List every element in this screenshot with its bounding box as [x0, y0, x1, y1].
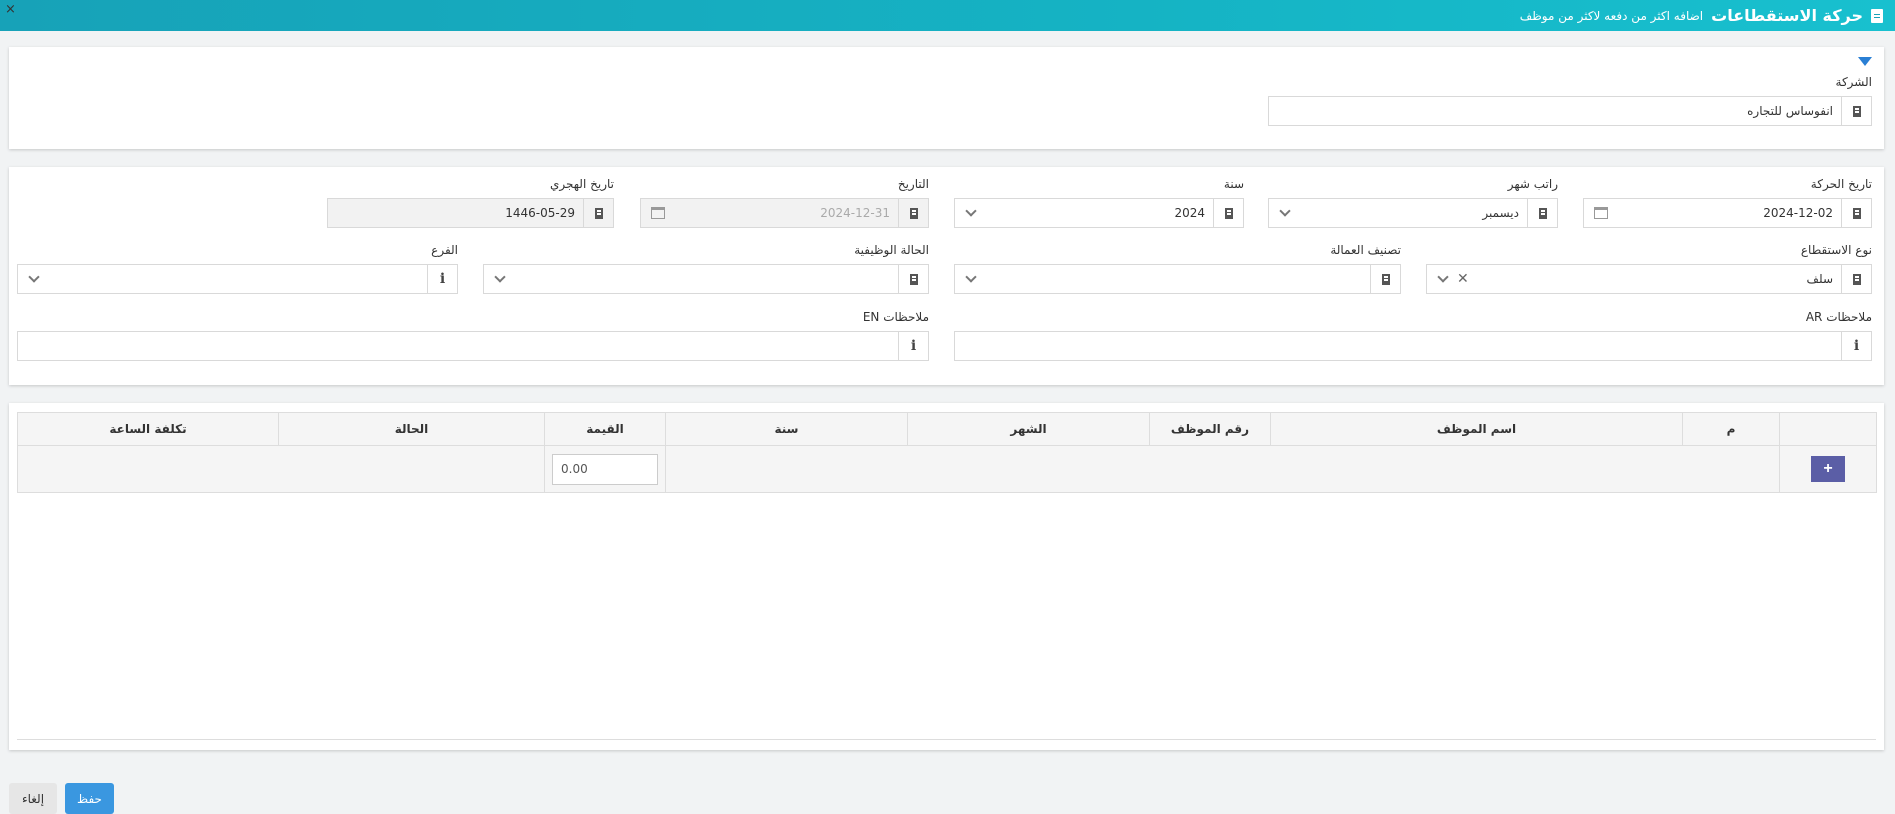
hijri-date-field: 1446-05-29 — [327, 198, 614, 228]
company-field[interactable]: انفوساس للتجاره — [1268, 96, 1872, 126]
calendar-icon[interactable] — [1594, 207, 1608, 219]
building-icon — [898, 199, 928, 227]
col-status: الحالة — [278, 412, 545, 446]
date-label: التاريخ — [897, 177, 929, 191]
building-icon — [1841, 199, 1871, 227]
info-icon: i — [1841, 332, 1871, 360]
hijri-date-value: 1446-05-29 — [505, 206, 575, 220]
col-value: القيمة — [544, 412, 666, 446]
page-title: حركة الاستقطاعات — [1711, 6, 1863, 25]
cancel-button[interactable]: إلغاء — [9, 783, 57, 814]
close-icon[interactable]: × — [5, 2, 16, 17]
salary-month-label: راتب شهر — [1507, 177, 1558, 191]
save-button[interactable]: حفظ — [65, 783, 114, 814]
page-subtitle: اضافه اكثر من دفعه لاكثر من موظف — [1519, 8, 1704, 23]
col-index: م — [1682, 412, 1780, 446]
info-icon: i — [898, 332, 928, 360]
branch-label: الفرع — [431, 243, 458, 257]
chevron-down-icon[interactable] — [1279, 205, 1291, 217]
labor-class-select[interactable] — [954, 264, 1401, 294]
table-header-row: م اسم الموظف رقم الموظف الشهر سنة القيمة… — [17, 412, 1877, 446]
movement-date-field[interactable]: 2024-12-02 — [1583, 198, 1872, 228]
col-month: الشهر — [907, 412, 1150, 446]
date-value: 2024-12-31 — [820, 206, 890, 220]
job-status-select[interactable] — [483, 264, 929, 294]
building-icon — [583, 199, 613, 227]
date-field: 2024-12-31 — [640, 198, 929, 228]
salary-month-value: ديسمبر — [1482, 206, 1519, 220]
deduction-type-select[interactable]: سلف ✕ — [1426, 264, 1872, 294]
labor-class-label: تصنيف العمالة — [1330, 243, 1401, 257]
calendar-icon — [651, 207, 665, 219]
filter-icon[interactable] — [1858, 57, 1872, 66]
col-actions — [1779, 412, 1877, 446]
year-label: سنة — [1223, 177, 1244, 191]
deductions-table: م اسم الموظف رقم الموظف الشهر سنة القيمة… — [17, 412, 1877, 493]
form-panel: تاريخ الحركة راتب شهر سنة التاريخ تاريخ … — [9, 167, 1884, 385]
deduction-type-label: نوع الاستقطاع — [1800, 243, 1872, 257]
company-value: انفوساس للتجاره — [1747, 104, 1833, 118]
branch-select[interactable]: i — [17, 264, 458, 294]
notes-ar-label: ملاحظات AR — [1805, 310, 1872, 324]
building-icon — [1527, 199, 1557, 227]
title-bar: حركة الاستقطاعات اضافه اكثر من دفعه لاكث… — [0, 0, 1895, 31]
year-select[interactable]: 2024 — [954, 198, 1244, 228]
company-label: الشركة — [1835, 75, 1872, 89]
col-year: سنة — [665, 412, 908, 446]
info-icon: i — [427, 265, 457, 293]
building-icon — [1841, 97, 1871, 125]
hijri-date-label: تاريخ الهجري — [550, 177, 614, 191]
notes-en-input[interactable]: i — [17, 331, 929, 361]
job-status-label: الحالة الوظيفية — [854, 243, 929, 257]
salary-month-select[interactable]: ديسمبر — [1268, 198, 1558, 228]
col-employee-name: اسم الموظف — [1270, 412, 1683, 446]
chevron-down-icon[interactable] — [1437, 271, 1449, 283]
building-icon — [1213, 199, 1243, 227]
col-employee-number: رقم الموظف — [1149, 412, 1271, 446]
document-icon — [1871, 8, 1883, 23]
movement-date-value: 2024-12-02 — [1763, 206, 1833, 220]
building-icon — [1370, 265, 1400, 293]
notes-ar-input[interactable]: i — [954, 331, 1872, 361]
add-row-button[interactable]: + — [1811, 456, 1845, 482]
year-value: 2024 — [1174, 206, 1205, 220]
deduction-type-value: سلف — [1806, 272, 1833, 286]
clear-icon[interactable]: ✕ — [1457, 271, 1469, 287]
chevron-down-icon[interactable] — [28, 271, 40, 283]
chevron-down-icon[interactable] — [965, 271, 977, 283]
table-panel: م اسم الموظف رقم الموظف الشهر سنة القيمة… — [9, 403, 1884, 750]
chevron-down-icon[interactable] — [494, 271, 506, 283]
value-input[interactable] — [552, 453, 658, 485]
notes-en-label: ملاحظات EN — [862, 310, 929, 324]
table-footer-divider — [17, 739, 1876, 740]
chevron-down-icon[interactable] — [965, 205, 977, 217]
table-row: + — [17, 445, 1877, 493]
col-hour-cost: تكلفة الساعة — [17, 412, 279, 446]
building-icon — [1841, 265, 1871, 293]
building-icon — [898, 265, 928, 293]
filter-panel: الشركة انفوساس للتجاره — [9, 47, 1884, 149]
movement-date-label: تاريخ الحركة — [1810, 177, 1872, 191]
